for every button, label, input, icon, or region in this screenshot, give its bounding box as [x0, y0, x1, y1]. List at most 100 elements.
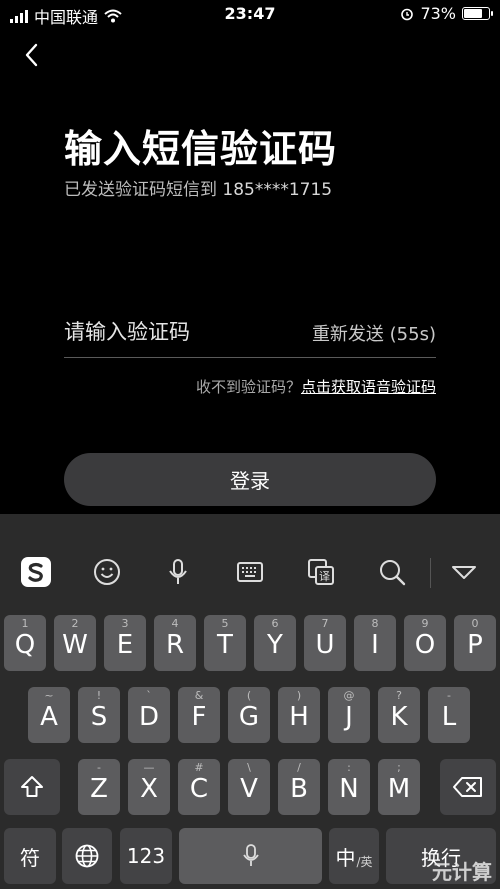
number-key-label: 123: [126, 844, 166, 868]
key-label: Z: [90, 774, 108, 804]
key-g[interactable]: (G: [228, 687, 270, 743]
key-hint: ~: [44, 689, 54, 702]
key-label: U: [315, 630, 335, 660]
key-d[interactable]: ` D: [128, 687, 170, 743]
key-c[interactable]: # C: [178, 759, 220, 815]
key-v[interactable]: \ V: [228, 759, 270, 815]
key-label: X: [140, 774, 158, 804]
key-label: W: [62, 630, 88, 660]
key-j[interactable]: @ J: [328, 687, 370, 743]
search-icon[interactable]: [374, 554, 410, 590]
collapse-keyboard-icon[interactable]: [446, 554, 482, 590]
key-hint: 0: [471, 617, 479, 630]
key-x[interactable]: — X: [128, 759, 170, 815]
key-label: R: [165, 630, 185, 660]
key-t[interactable]: 5T: [204, 615, 246, 671]
page-subtitle: 已发送验证码短信到 185****1715: [64, 175, 332, 200]
key-hint: \: [247, 761, 251, 774]
key-p[interactable]: 0P: [454, 615, 496, 671]
key-hint: /: [297, 761, 301, 774]
login-button[interactable]: 登录: [64, 453, 436, 506]
phone-number: 185****1715: [222, 180, 333, 200]
key-hint: !: [96, 689, 102, 702]
shift-arrow-icon: [21, 776, 43, 797]
key-y[interactable]: 6Y: [254, 615, 296, 671]
status-bar: 中国联通 23:47 73%: [0, 0, 500, 28]
alarm-icon: [401, 8, 414, 20]
key-m[interactable]: ; M: [378, 759, 420, 815]
key-hint: -: [97, 761, 101, 774]
chinese-english-switch-key[interactable]: 中/英: [329, 828, 379, 884]
key-e[interactable]: 3E: [104, 615, 146, 671]
symbol-key[interactable]: 符: [4, 828, 56, 884]
key-label: J: [345, 702, 353, 732]
key-s[interactable]: ! S: [78, 687, 120, 743]
back-button[interactable]: [20, 40, 44, 70]
space-key[interactable]: [179, 828, 322, 884]
key-b[interactable]: / B: [278, 759, 320, 815]
battery-percent: 73%: [420, 4, 456, 23]
key-o[interactable]: 9O: [404, 615, 446, 671]
resend-code-button[interactable]: 重新发送 (55s): [312, 320, 436, 346]
key-label: P: [467, 630, 483, 660]
number-key[interactable]: 123: [120, 828, 172, 884]
svg-text:译: 译: [319, 570, 330, 583]
space-microphone-icon: [242, 844, 259, 866]
sogou-logo-icon[interactable]: [18, 554, 54, 590]
verification-code-input[interactable]: [64, 316, 304, 348]
key-label: O: [414, 630, 436, 660]
key-r[interactable]: 4R: [154, 615, 196, 671]
chevron-left-icon: [25, 43, 38, 67]
help-prefix: 收不到验证码？: [195, 378, 301, 396]
page-title: 输入短信验证码: [64, 127, 338, 171]
translate-icon[interactable]: 译: [303, 554, 339, 590]
key-w[interactable]: 2W: [54, 615, 96, 671]
key-hint: —: [143, 761, 155, 774]
key-i[interactable]: 8I: [354, 615, 396, 671]
key-label: M: [387, 774, 411, 804]
key-label: I: [371, 630, 379, 660]
globe-icon: [75, 844, 99, 868]
key-label: F: [191, 702, 207, 732]
key-hint: 6: [271, 617, 279, 630]
key-k[interactable]: ? K: [378, 687, 420, 743]
voice-code-link[interactable]: 点击获取语音验证码: [301, 378, 436, 396]
keyboard-toolbar: 译: [0, 542, 500, 604]
lang-sub-label: /英: [356, 854, 373, 869]
watermark: 元计算: [432, 860, 492, 884]
backspace-key[interactable]: [440, 759, 496, 815]
emoji-icon[interactable]: [89, 554, 125, 590]
key-hint: &: [194, 689, 204, 702]
key-hint: 1: [21, 617, 29, 630]
key-hint: 2: [71, 617, 79, 630]
key-label: K: [390, 702, 408, 732]
backspace-icon: [453, 777, 482, 797]
key-hint: `: [146, 689, 152, 702]
language-globe-key[interactable]: [62, 828, 112, 884]
key-label: S: [90, 702, 108, 732]
key-label: V: [240, 774, 258, 804]
key-q[interactable]: 1Q: [4, 615, 46, 671]
key-u[interactable]: 7U: [304, 615, 346, 671]
key-label: E: [116, 630, 134, 660]
key-hint: 3: [121, 617, 129, 630]
key-h[interactable]: ) H: [278, 687, 320, 743]
shift-key[interactable]: [4, 759, 60, 815]
key-hint: -: [447, 689, 451, 702]
key-z[interactable]: -Z: [78, 759, 120, 815]
key-hint: ?: [396, 689, 402, 702]
key-label: C: [189, 774, 209, 804]
key-label: T: [217, 630, 233, 660]
key-l[interactable]: -L: [428, 687, 470, 743]
key-label: D: [138, 702, 160, 732]
keyboard-icon[interactable]: [232, 554, 268, 590]
key-hint: ;: [397, 761, 401, 774]
key-label: N: [339, 774, 359, 804]
symbol-key-label: 符: [20, 845, 40, 870]
key-n[interactable]: :N: [328, 759, 370, 815]
microphone-icon[interactable]: [160, 554, 196, 590]
key-f[interactable]: & F: [178, 687, 220, 743]
key-a[interactable]: ~ A: [28, 687, 70, 743]
key-label: Y: [267, 630, 283, 660]
key-hint: 9: [421, 617, 429, 630]
